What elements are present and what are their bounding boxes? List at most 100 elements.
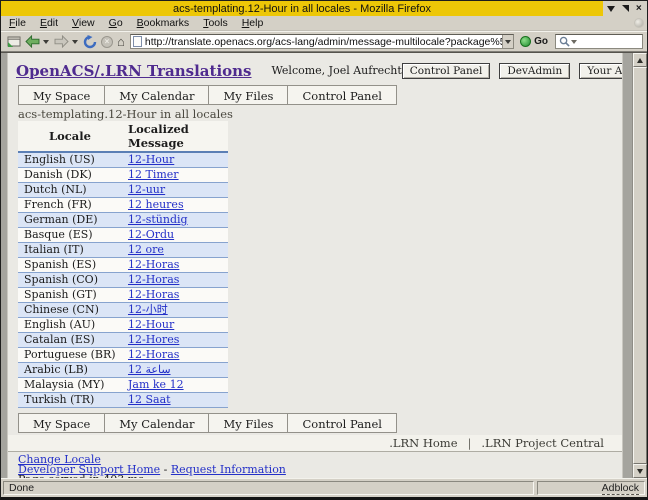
tab-control-panel[interactable]: Control Panel [287,413,396,433]
menu-go[interactable]: Go [109,17,123,29]
forward-button[interactable] [54,35,69,48]
localized-message-link[interactable]: 12 Saat [128,393,171,406]
url-bar[interactable]: http://translate.openacs.org/acs-lang/ad… [130,34,514,49]
localized-message-link[interactable]: 12 heures [128,198,184,211]
arrow-down-icon [637,469,643,474]
header-buttons: Control PanelDevAdminYour AccountLogout [402,63,622,79]
back-dropdown-icon[interactable] [43,40,49,44]
table-row: Italian (IT)12 ore [18,243,228,258]
request-information-link[interactable]: Request Information [171,463,286,476]
localized-message-link[interactable]: 12-uur [128,183,165,196]
locale-cell: Spanish (GT) [18,288,122,303]
localized-message-link[interactable]: 12-Horas [128,258,179,271]
localized-message-link[interactable]: 12-Hour [128,318,174,331]
tab-control-panel[interactable]: Control Panel [287,85,396,105]
localized-message-link[interactable]: 12 Timer [128,168,179,181]
localized-message-link[interactable]: 12-Horas [128,288,179,301]
localized-message-link[interactable]: Jam ke 12 [128,378,184,391]
locale-cell: Turkish (TR) [18,393,122,408]
maximize-button[interactable] [620,3,631,14]
throbber-icon [634,18,644,28]
table-header-row: Locale Localized Message [18,121,228,152]
adblock-status-button[interactable]: Adblock [602,482,639,495]
localized-message-link[interactable]: 12-Horas [128,348,179,361]
localized-message-link[interactable]: 12-Hour [128,153,174,166]
column-header-message: Localized Message [122,121,228,152]
tab-my-files[interactable]: My Files [208,413,288,433]
table-row: Basque (ES)12-Ordu [18,228,228,243]
url-input[interactable]: http://translate.openacs.org/acs-lang/ad… [145,36,502,48]
lrn-project-central-link[interactable]: .LRN Project Central [471,436,614,450]
menu-view[interactable]: View [72,17,95,29]
tab-my-calendar[interactable]: My Calendar [104,85,209,105]
message-cell: 12-Hour [122,152,228,168]
tab-my-calendar[interactable]: My Calendar [104,413,209,433]
table-row: Spanish (ES)12-Horas [18,258,228,273]
menu-tools[interactable]: Tools [203,17,228,29]
scroll-down-button[interactable] [633,464,647,478]
locale-table: Locale Localized Message English (US)12-… [18,121,228,408]
navigation-toolbar: × ⌂ http://translate.openacs.org/acs-lan… [1,31,647,52]
page-title: acs-templating.12-Hour in all locales [18,107,622,120]
browser-viewport: OpenACS/.LRN Translations Welcome, Joel … [1,52,647,478]
table-row: German (DE)12-stündig [18,213,228,228]
table-row: Chinese (CN) 12-小时 [18,303,228,318]
tab-my-space[interactable]: My Space [18,413,105,433]
window-controls: × [603,1,647,16]
your-account-button[interactable]: Your Account [579,63,622,79]
table-row: Catalan (ES) 12-Hores [18,333,228,348]
go-button[interactable]: Go [520,36,548,47]
menu-edit[interactable]: Edit [40,17,58,29]
page-header: OpenACS/.LRN Translations Welcome, Joel … [16,61,614,80]
minimize-button[interactable] [606,3,617,14]
menu-bookmarks[interactable]: Bookmarks [137,17,190,29]
locale-cell: Chinese (CN) [18,303,122,318]
lrn-home-link[interactable]: .LRN Home [379,436,467,450]
scroll-up-button[interactable] [633,53,647,67]
locale-cell: Portuguese (BR) [18,348,122,363]
browser-window: acs-templating.12-Hour in all locales - … [0,0,648,500]
localized-message-link[interactable]: 12-小时 [128,303,168,316]
locale-cell: Catalan (ES) [18,333,122,348]
window-icon[interactable] [7,36,21,48]
site-title-link[interactable]: OpenACS/.LRN Translations [16,62,252,80]
home-button[interactable]: ⌂ [117,35,125,48]
menu-file[interactable]: File [9,17,26,29]
menu-help[interactable]: Help [242,17,264,29]
localized-message-link[interactable]: 12-Ordu [128,228,174,241]
url-dropdown-button[interactable] [502,35,513,48]
message-cell: 12-Horas [122,258,228,273]
vertical-scrollbar[interactable] [632,53,647,478]
page-served-text: Page served in 403 ms [18,475,622,478]
localized-message-link[interactable]: 12-Hores [128,333,179,346]
scrollbar-thumb[interactable] [633,67,647,464]
table-row: Spanish (CO)12-Horas [18,273,228,288]
statusbar: Done Adblock [1,478,647,497]
maximize-icon [622,5,629,12]
localized-message-link[interactable]: 12-stündig [128,213,188,226]
table-row: Malaysia (MY)Jam ke 12 [18,378,228,393]
forward-dropdown-icon[interactable] [72,40,78,44]
message-cell: 12-Ordu [122,228,228,243]
stop-button[interactable]: × [101,36,113,48]
search-input[interactable] [555,34,643,49]
tab-my-files[interactable]: My Files [208,85,288,105]
devadmin-button[interactable]: DevAdmin [499,63,570,79]
message-cell: 12-stündig [122,213,228,228]
tab-my-space[interactable]: My Space [18,85,105,105]
message-cell: 12 Saat [122,393,228,408]
footer-separator: - [164,463,168,476]
localized-message-link[interactable]: 12 ore [128,243,164,256]
table-row: Arabic (LB)12 ساعة [18,363,228,378]
close-button[interactable]: × [633,3,644,14]
home-icon: ⌂ [117,35,125,48]
control-panel-button[interactable]: Control Panel [402,63,491,79]
search-dropdown-icon[interactable] [571,40,577,44]
back-button[interactable] [25,35,40,48]
localized-message-link[interactable]: 12-Horas [128,273,179,286]
go-icon [520,36,531,47]
close-icon: × [636,4,642,14]
menubar: File Edit View Go Bookmarks Tools Help [1,16,647,31]
localized-message-link[interactable]: 12 ساعة [128,363,171,376]
reload-button[interactable] [83,35,97,49]
